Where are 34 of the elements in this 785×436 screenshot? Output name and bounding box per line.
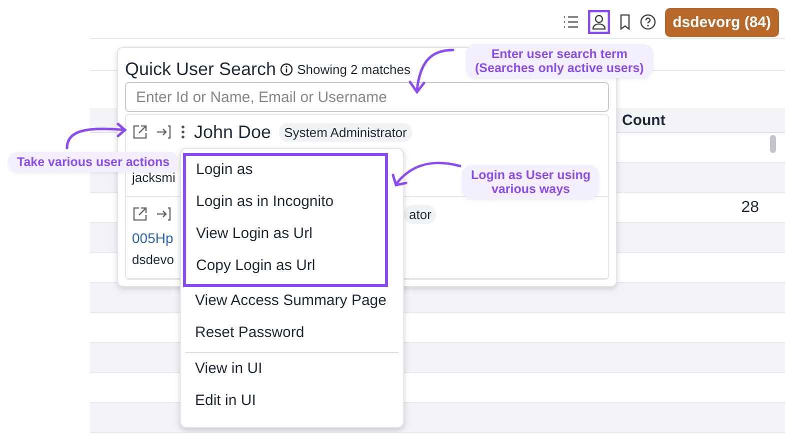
more-icon[interactable] [180, 124, 186, 140]
menu-item[interactable]: Edit in UI [181, 387, 403, 419]
list-icon[interactable] [562, 15, 579, 29]
menu-item[interactable]: Login as in Incognito [186, 188, 385, 220]
username: dsdevo [132, 252, 174, 267]
menu-item[interactable]: View Access Summary Page [181, 287, 403, 319]
help-icon[interactable] [640, 14, 656, 30]
external-link-icon[interactable] [132, 206, 148, 222]
callout: Login as User using various ways [462, 165, 600, 199]
menu-item[interactable]: Copy Login as Url [186, 252, 385, 284]
login-icon[interactable] [156, 206, 172, 222]
callout: Take various user actions [8, 152, 179, 172]
callout: Enter user search term (Searches only active users) [466, 44, 653, 78]
menu-item[interactable]: View Login as Url [186, 220, 385, 252]
user-id-link[interactable]: 005Hp [132, 230, 174, 247]
user-icon[interactable] [588, 10, 610, 34]
username: jacksmi [132, 170, 176, 185]
bookmark-icon[interactable] [618, 14, 631, 30]
info-icon [280, 62, 294, 76]
menu-item[interactable]: View in UI [181, 355, 403, 387]
match-count: Showing 2 matches [297, 62, 411, 76]
menu-item[interactable]: Login as [186, 156, 385, 188]
search-field[interactable]: Enter Id or Name, Email or Username [125, 82, 609, 112]
popover-title: Quick User Search [125, 58, 276, 80]
profile-badge: ator [404, 204, 436, 224]
org-button[interactable]: dsdevorg (84) [664, 8, 779, 36]
login-icon[interactable] [156, 124, 172, 140]
scrollbar[interactable] [770, 135, 776, 153]
column-header: Count [622, 112, 666, 128]
user-name: John Doe [194, 122, 272, 142]
table-cell: 28 [741, 198, 759, 216]
external-link-icon[interactable] [132, 124, 148, 140]
menu-item[interactable]: Reset Password [181, 319, 403, 351]
profile-badge: System Administrator [279, 122, 412, 142]
